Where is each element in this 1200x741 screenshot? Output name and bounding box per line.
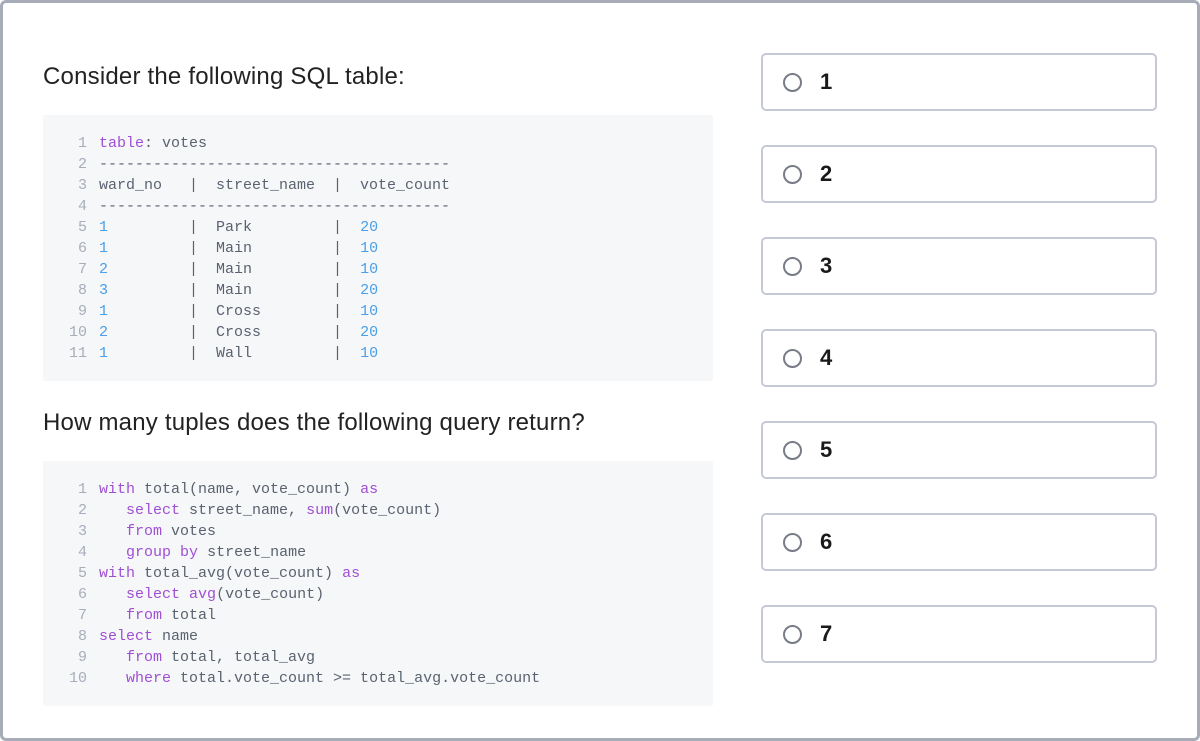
code-content: ward_no | street_name | vote_count <box>99 175 450 196</box>
code-content: --------------------------------------- <box>99 196 450 217</box>
code-content: table: votes <box>99 133 207 154</box>
code-content: with total(name, vote_count) as <box>99 479 378 500</box>
line-number: 2 <box>61 154 87 175</box>
code-line: 3 ward_no | street_name | vote_count <box>61 175 693 196</box>
radio-icon <box>783 625 802 644</box>
sql-table-codeblock: 1 table: votes 2 --------------------------… <box>43 115 713 381</box>
code-content: from total, total_avg <box>99 647 315 668</box>
line-number: 10 <box>61 668 87 689</box>
code-content: select name <box>99 626 198 647</box>
line-number: 1 <box>61 479 87 500</box>
code-line: 5 with total_avg(vote_count) as <box>61 563 693 584</box>
code-content: 2 | Cross | 20 <box>99 322 378 343</box>
code-line: 3 from votes <box>61 521 693 542</box>
line-number: 5 <box>61 563 87 584</box>
code-content: from total <box>99 605 216 626</box>
code-content: 3 | Main | 20 <box>99 280 378 301</box>
code-line: 1 with total(name, vote_count) as <box>61 479 693 500</box>
quiz-frame: Consider the following SQL table: 1 table… <box>0 0 1200 741</box>
code-line: 6 1 | Main | 10 <box>61 238 693 259</box>
line-number: 8 <box>61 280 87 301</box>
answer-option-3[interactable]: 3 <box>761 237 1157 295</box>
radio-icon <box>783 533 802 552</box>
option-label: 2 <box>820 161 832 187</box>
code-content: with total_avg(vote_count) as <box>99 563 360 584</box>
code-content: 2 | Main | 10 <box>99 259 378 280</box>
code-line: 10 2 | Cross | 20 <box>61 322 693 343</box>
option-label: 7 <box>820 621 832 647</box>
code-content: select avg(vote_count) <box>99 584 324 605</box>
option-label: 4 <box>820 345 832 371</box>
code-line: 9 from total, total_avg <box>61 647 693 668</box>
code-content: group by street_name <box>99 542 306 563</box>
line-number: 8 <box>61 626 87 647</box>
answer-option-2[interactable]: 2 <box>761 145 1157 203</box>
radio-icon <box>783 349 802 368</box>
code-content: from votes <box>99 521 216 542</box>
options-column: 1 2 3 4 5 6 7 <box>761 35 1157 706</box>
line-number: 10 <box>61 322 87 343</box>
code-line: 4 group by street_name <box>61 542 693 563</box>
line-number: 11 <box>61 343 87 364</box>
code-line: 2 select street_name, sum(vote_count) <box>61 500 693 521</box>
line-number: 5 <box>61 217 87 238</box>
option-label: 1 <box>820 69 832 95</box>
option-label: 5 <box>820 437 832 463</box>
code-line: 6 select avg(vote_count) <box>61 584 693 605</box>
line-number: 3 <box>61 175 87 196</box>
code-line: 7 2 | Main | 10 <box>61 259 693 280</box>
option-label: 3 <box>820 253 832 279</box>
line-number: 3 <box>61 521 87 542</box>
code-line: 11 1 | Wall | 10 <box>61 343 693 364</box>
code-line: 7 from total <box>61 605 693 626</box>
line-number: 7 <box>61 259 87 280</box>
line-number: 2 <box>61 500 87 521</box>
code-line: 10 where total.vote_count >= total_avg.v… <box>61 668 693 689</box>
line-number: 7 <box>61 605 87 626</box>
radio-icon <box>783 165 802 184</box>
code-content: where total.vote_count >= total_avg.vote… <box>99 668 540 689</box>
code-content: 1 | Main | 10 <box>99 238 378 259</box>
radio-icon <box>783 257 802 276</box>
sql-query-codeblock: 1with total(name, vote_count) as2 select… <box>43 461 713 706</box>
question-part1: Consider the following SQL table: <box>43 63 713 91</box>
answer-option-5[interactable]: 5 <box>761 421 1157 479</box>
line-number: 9 <box>61 301 87 322</box>
line-number: 6 <box>61 584 87 605</box>
answer-option-4[interactable]: 4 <box>761 329 1157 387</box>
line-number: 4 <box>61 196 87 217</box>
radio-icon <box>783 73 802 92</box>
code-content: select street_name, sum(vote_count) <box>99 500 441 521</box>
answer-option-7[interactable]: 7 <box>761 605 1157 663</box>
line-number: 4 <box>61 542 87 563</box>
line-number: 1 <box>61 133 87 154</box>
code-line: 2 --------------------------------------- <box>61 154 693 175</box>
radio-icon <box>783 441 802 460</box>
code-line: 1 table: votes <box>61 133 693 154</box>
line-number: 9 <box>61 647 87 668</box>
code-line: 8 3 | Main | 20 <box>61 280 693 301</box>
code-line: 9 1 | Cross | 10 <box>61 301 693 322</box>
code-content: 1 | Wall | 10 <box>99 343 378 364</box>
question-part2: How many tuples does the following query… <box>43 409 713 437</box>
code-content: 1 | Cross | 10 <box>99 301 378 322</box>
code-line: 4 --------------------------------------- <box>61 196 693 217</box>
code-content: 1 | Park | 20 <box>99 217 378 238</box>
line-number: 6 <box>61 238 87 259</box>
answer-option-1[interactable]: 1 <box>761 53 1157 111</box>
code-line: 8 select name <box>61 626 693 647</box>
answer-option-6[interactable]: 6 <box>761 513 1157 571</box>
code-line: 5 1 | Park | 20 <box>61 217 693 238</box>
option-label: 6 <box>820 529 832 555</box>
code-content: --------------------------------------- <box>99 154 450 175</box>
question-column: Consider the following SQL table: 1 table… <box>43 35 713 706</box>
